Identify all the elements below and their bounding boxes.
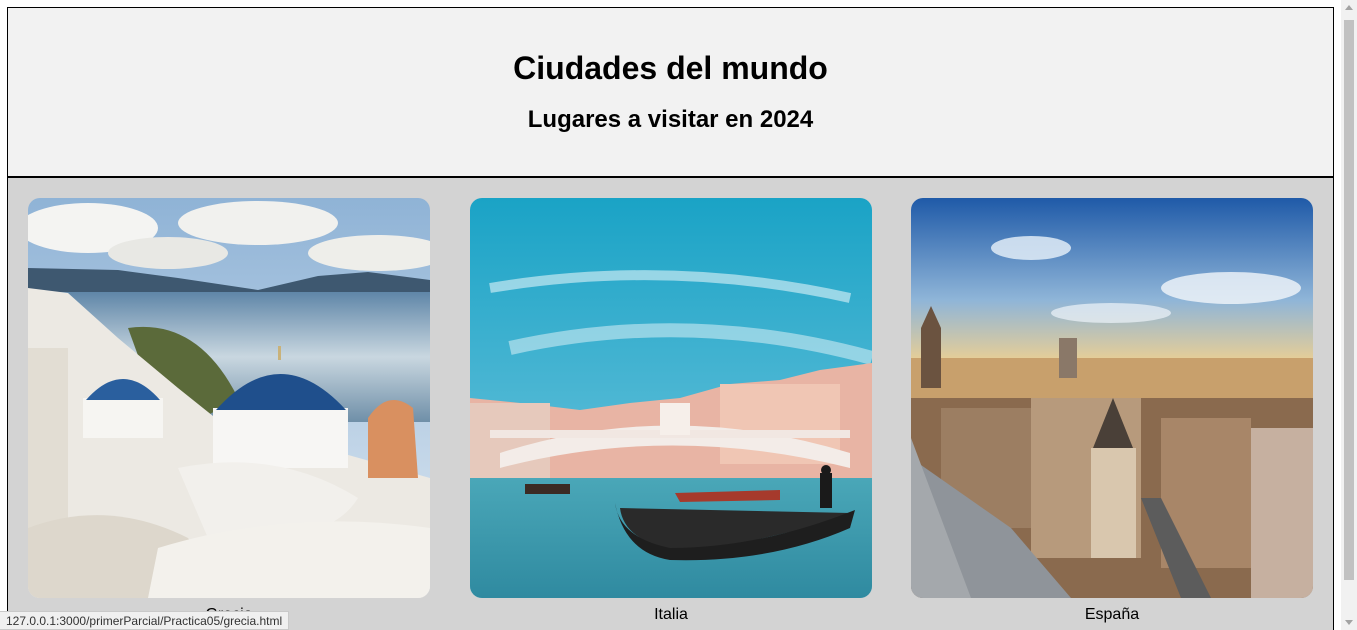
- city-caption-italia[interactable]: Italia: [470, 606, 872, 624]
- madrid-photo[interactable]: [911, 198, 1313, 598]
- city-gallery: Grecia: [7, 178, 1334, 630]
- page: Ciudades del mundo Lugares a visitar en …: [0, 0, 1341, 630]
- page-subtitle: Lugares a visitar en 2024: [527, 106, 814, 133]
- santorini-photo[interactable]: [28, 198, 430, 598]
- city-card-grecia[interactable]: Grecia: [28, 198, 430, 624]
- city-caption-espana[interactable]: España: [911, 606, 1313, 624]
- vertical-scrollbar[interactable]: [1341, 0, 1357, 630]
- status-bar-url: 127.0.0.1:3000/primerParcial/Practica05/…: [0, 611, 290, 630]
- city-card-espana[interactable]: España: [911, 198, 1313, 624]
- city-card-italia[interactable]: Italia: [470, 198, 872, 624]
- scroll-down-icon[interactable]: [1345, 620, 1353, 625]
- page-header: Ciudades del mundo Lugares a visitar en …: [7, 7, 1334, 178]
- page-title: Ciudades del mundo: [513, 50, 828, 86]
- scrollbar-thumb[interactable]: [1344, 20, 1354, 580]
- venice-photo[interactable]: [470, 198, 872, 598]
- scroll-up-icon[interactable]: [1345, 5, 1353, 10]
